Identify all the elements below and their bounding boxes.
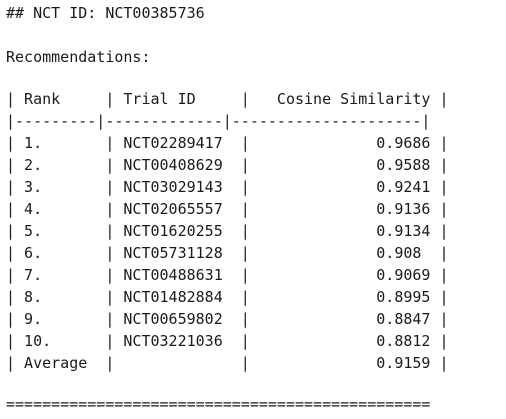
table-row: | 9. | NCT00659802 | 0.8847 | — [6, 310, 449, 328]
table-row: | 10. | NCT03221036 | 0.8812 | — [6, 332, 449, 350]
report-document: ## NCT ID: NCT00385736 Recommendations: … — [6, 0, 502, 419]
table-row: | 6. | NCT05731128 | 0.908 | — [6, 244, 449, 262]
table-average-row: | Average | | 0.9159 | — [6, 354, 449, 372]
table-row: | 7. | NCT00488631 | 0.9069 | — [6, 266, 449, 284]
table-row: | 4. | NCT02065557 | 0.9136 | — [6, 200, 449, 218]
table-row: | 1. | NCT02289417 | 0.9686 | — [6, 134, 449, 152]
table-row: | 5. | NCT01620255 | 0.9134 | — [6, 222, 449, 240]
table-row: | 2. | NCT00408629 | 0.9588 | — [6, 156, 449, 174]
nct-id-heading: ## NCT ID: NCT00385736 — [6, 4, 205, 22]
recommendations-table: | Rank | Trial ID | Cosine Similarity | … — [6, 88, 449, 374]
table-separator-row: |---------|-------------|---------------… — [6, 112, 431, 130]
recommendations-label: Recommendations: — [6, 48, 151, 66]
table-row: | 3. | NCT03029143 | 0.9241 | — [6, 178, 449, 196]
table-header-row: | Rank | Trial ID | Cosine Similarity | — [6, 90, 449, 108]
table-row: | 8. | NCT01482884 | 0.8995 | — [6, 288, 449, 306]
horizontal-rule: ========================================… — [6, 395, 431, 413]
